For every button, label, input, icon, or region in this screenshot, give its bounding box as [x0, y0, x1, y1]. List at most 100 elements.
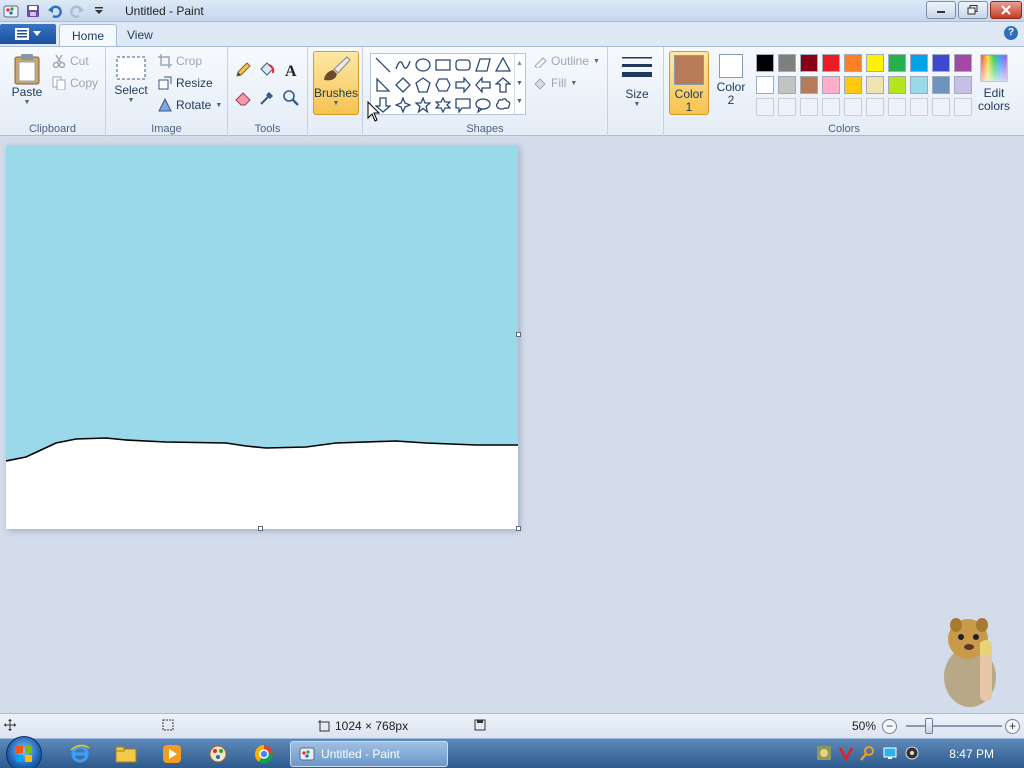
- palette-custom-slot[interactable]: [954, 98, 972, 116]
- pentagon-shape-icon[interactable]: [413, 75, 433, 95]
- palette-swatch-r2-c9[interactable]: [932, 76, 950, 94]
- canvas-workspace[interactable]: [0, 101, 1024, 713]
- fill-button[interactable]: Fill ▼: [533, 76, 577, 90]
- search-tray-icon[interactable]: [860, 745, 876, 761]
- color2-button[interactable]: Color 2: [713, 54, 749, 107]
- application-menu-button[interactable]: [0, 24, 56, 44]
- taskbar-item-paint[interactable]: Untitled - Paint: [290, 741, 448, 767]
- palette-swatch-r1-c7[interactable]: [888, 54, 906, 72]
- outline-button[interactable]: Outline ▼: [533, 54, 600, 68]
- oval-callout-shape-icon[interactable]: [473, 95, 493, 115]
- paste-button[interactable]: Paste ▼: [8, 53, 46, 106]
- network-icon[interactable]: [882, 745, 898, 761]
- five-point-star-shape-icon[interactable]: [413, 95, 433, 115]
- hexagon-shape-icon[interactable]: [433, 75, 453, 95]
- chrome-icon[interactable]: [252, 743, 276, 765]
- save-icon[interactable]: [24, 2, 42, 20]
- four-point-star-shape-icon[interactable]: [393, 95, 413, 115]
- close-button[interactable]: [990, 1, 1022, 19]
- palette-swatch-r1-c10[interactable]: [954, 54, 972, 72]
- rounded-rectangle-shape-icon[interactable]: [453, 55, 473, 75]
- brushes-button[interactable]: Brushes ▼: [313, 51, 359, 115]
- palette-swatch-r1-c5[interactable]: [844, 54, 862, 72]
- chevron-up-icon[interactable]: ▲: [515, 54, 524, 74]
- up-arrow-shape-icon[interactable]: [493, 75, 513, 95]
- pencil-icon[interactable]: [232, 59, 254, 81]
- diamond-shape-icon[interactable]: [393, 75, 413, 95]
- select-button[interactable]: Select ▼: [114, 55, 148, 104]
- color-picker-icon[interactable]: [256, 87, 278, 109]
- palette-custom-slot[interactable]: [800, 98, 818, 116]
- clock[interactable]: 8:47 PM: [949, 747, 994, 761]
- palette-swatch-r2-c5[interactable]: [844, 76, 862, 94]
- right-arrow-shape-icon[interactable]: [453, 75, 473, 95]
- zoom-slider-thumb[interactable]: [925, 718, 933, 734]
- palette-swatch-r1-c9[interactable]: [932, 54, 950, 72]
- internet-explorer-icon[interactable]: [68, 743, 92, 765]
- chevron-down-icon[interactable]: ▼: [515, 74, 524, 94]
- oval-shape-icon[interactable]: [413, 55, 433, 75]
- left-arrow-shape-icon[interactable]: [473, 75, 493, 95]
- palette-swatch-r2-c10[interactable]: [954, 76, 972, 94]
- palette-swatch-r1-c2[interactable]: [778, 54, 796, 72]
- palette-swatch-r2-c1[interactable]: [756, 76, 774, 94]
- canvas-drawing[interactable]: [5, 145, 518, 529]
- right-triangle-shape-icon[interactable]: [373, 75, 393, 95]
- palette-custom-slot[interactable]: [866, 98, 884, 116]
- file-explorer-icon[interactable]: [114, 743, 138, 765]
- rectangular-callout-shape-icon[interactable]: [453, 95, 473, 115]
- zoom-out-button[interactable]: −: [882, 719, 897, 734]
- palette-custom-slot[interactable]: [778, 98, 796, 116]
- redo-icon[interactable]: [68, 2, 86, 20]
- fill-bucket-icon[interactable]: [256, 59, 278, 81]
- palette-custom-slot[interactable]: [932, 98, 950, 116]
- zoom-in-button[interactable]: +: [1005, 719, 1020, 734]
- copy-button[interactable]: Copy: [52, 76, 98, 90]
- palette-swatch-r2-c7[interactable]: [888, 76, 906, 94]
- palette-custom-slot[interactable]: [822, 98, 840, 116]
- start-button[interactable]: [6, 736, 42, 768]
- volume-icon[interactable]: [904, 745, 920, 761]
- paint-taskbar-icon[interactable]: [206, 743, 230, 765]
- drawing-canvas[interactable]: [5, 145, 518, 529]
- color1-button[interactable]: Color 1: [669, 51, 709, 115]
- minimize-button[interactable]: [926, 1, 956, 19]
- undo-icon[interactable]: [46, 2, 64, 20]
- curve-shape-icon[interactable]: [393, 55, 413, 75]
- palette-custom-slot[interactable]: [844, 98, 862, 116]
- palette-custom-slot[interactable]: [910, 98, 928, 116]
- resize-handle-bottom[interactable]: [258, 526, 263, 531]
- eraser-icon[interactable]: [232, 87, 254, 109]
- triangle-shape-icon[interactable]: [493, 55, 513, 75]
- expand-gallery-icon[interactable]: ▼: [515, 94, 524, 110]
- palette-swatch-r1-c8[interactable]: [910, 54, 928, 72]
- palette-custom-slot[interactable]: [888, 98, 906, 116]
- rectangle-shape-icon[interactable]: [433, 55, 453, 75]
- size-button[interactable]: Size ▼: [618, 53, 656, 108]
- paint-app-icon[interactable]: [2, 2, 20, 20]
- media-player-icon[interactable]: [160, 743, 184, 765]
- palette-swatch-r2-c3[interactable]: [800, 76, 818, 94]
- shapes-scrollbar[interactable]: ▲ ▼ ▼: [514, 54, 524, 114]
- rotate-button[interactable]: Rotate ▼: [158, 98, 222, 112]
- six-point-star-shape-icon[interactable]: [433, 95, 453, 115]
- palette-swatch-r1-c6[interactable]: [866, 54, 884, 72]
- cloud-callout-shape-icon[interactable]: [493, 95, 513, 115]
- palette-swatch-r1-c1[interactable]: [756, 54, 774, 72]
- tab-view[interactable]: View: [115, 24, 165, 46]
- resize-button[interactable]: Resize: [158, 76, 213, 90]
- zoom-slider[interactable]: [906, 725, 1002, 727]
- palette-swatch-r2-c2[interactable]: [778, 76, 796, 94]
- text-icon[interactable]: A: [280, 59, 302, 81]
- palette-swatch-r1-c4[interactable]: [822, 54, 840, 72]
- crop-button[interactable]: Crop: [158, 54, 202, 68]
- palette-custom-slot[interactable]: [756, 98, 774, 116]
- tab-home[interactable]: Home: [59, 24, 118, 46]
- customize-toolbar-icon[interactable]: [90, 2, 108, 20]
- cut-button[interactable]: Cut: [52, 54, 89, 68]
- edit-colors-button[interactable]: Edit colors: [976, 53, 1012, 113]
- magnifier-icon[interactable]: [280, 87, 302, 109]
- help-icon[interactable]: ?: [1004, 26, 1018, 40]
- restore-button[interactable]: [958, 1, 988, 19]
- resize-handle-right[interactable]: [516, 332, 521, 337]
